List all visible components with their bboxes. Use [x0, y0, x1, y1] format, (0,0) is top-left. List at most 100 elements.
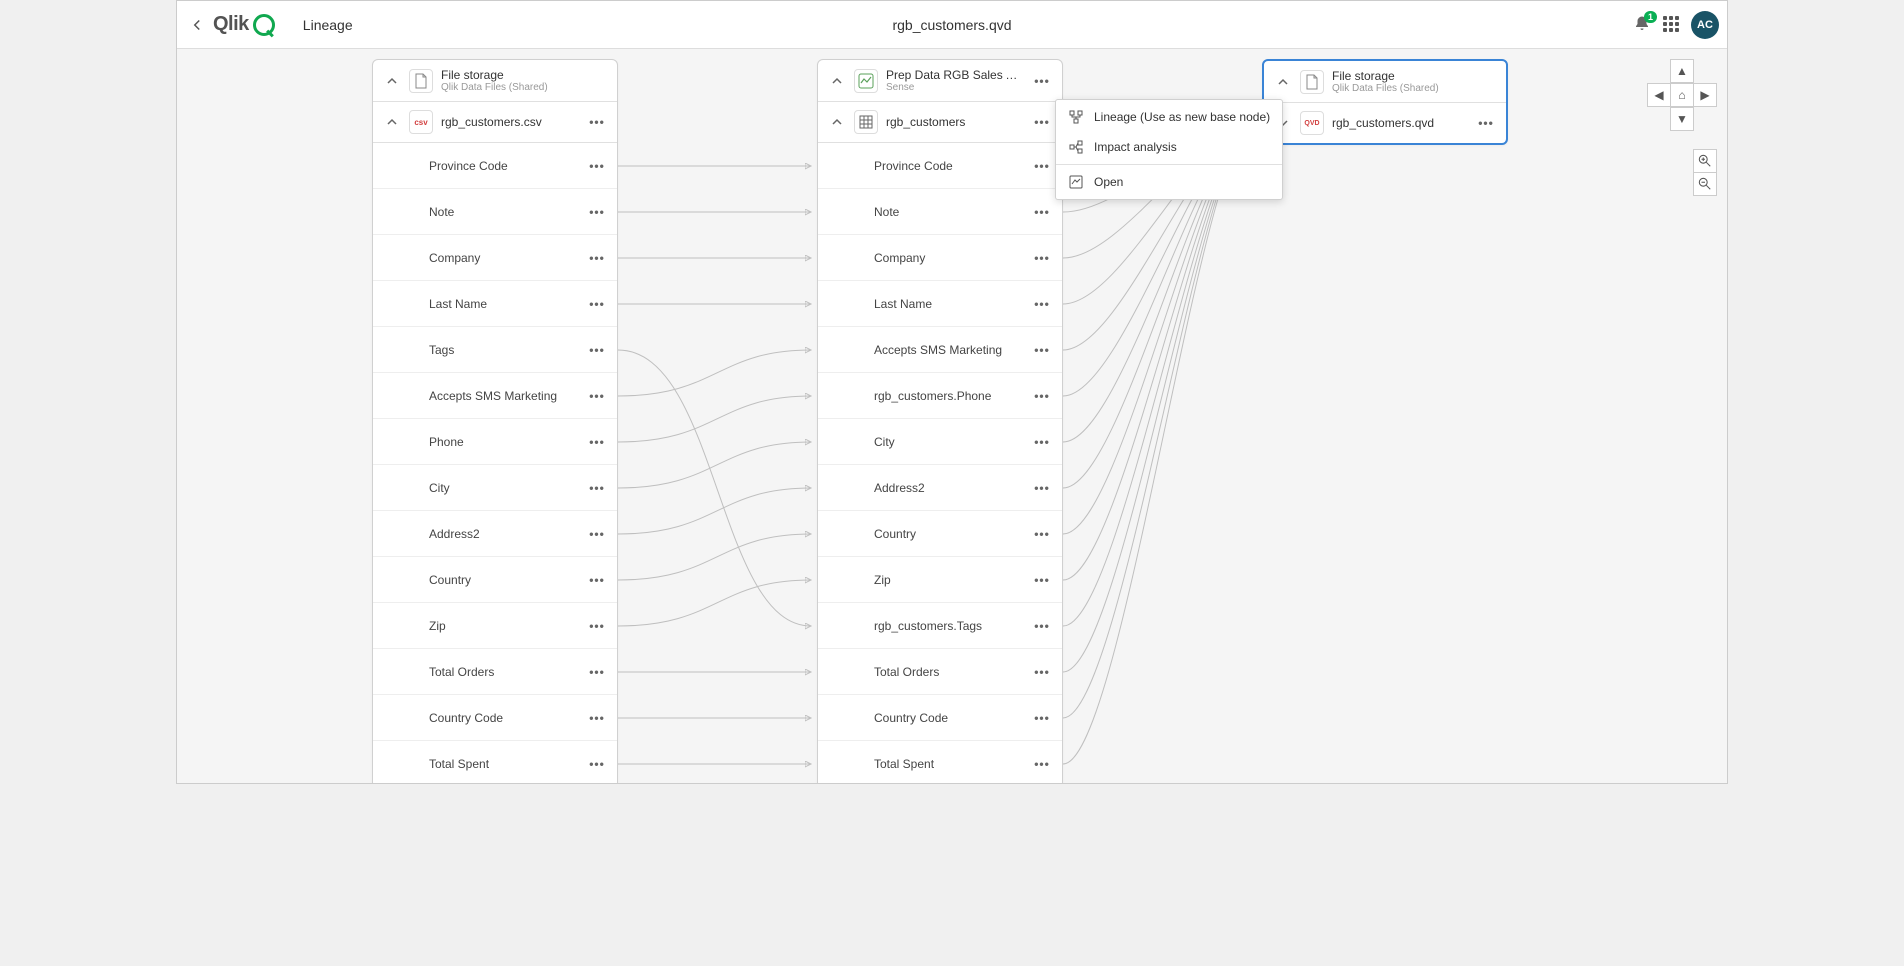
- more-button[interactable]: •••: [587, 294, 607, 314]
- card-title: File storage: [441, 68, 607, 82]
- field-name: Company: [874, 251, 1024, 265]
- menu-item-open[interactable]: Open: [1056, 167, 1282, 197]
- nav-home-button[interactable]: ⌂: [1670, 83, 1694, 107]
- field-row[interactable]: Zip •••: [373, 603, 617, 649]
- field-row[interactable]: Country Code •••: [373, 695, 617, 741]
- more-button[interactable]: •••: [1032, 570, 1052, 590]
- user-avatar[interactable]: AC: [1691, 11, 1719, 39]
- field-row[interactable]: Accepts SMS Marketing•••: [818, 327, 1062, 373]
- file-title: rgb_customers.qvd: [892, 17, 1011, 33]
- card-title: Prep Data RGB Sales A…: [886, 68, 1024, 82]
- field-row[interactable]: Last Name•••: [373, 281, 617, 327]
- more-button[interactable]: •••: [587, 616, 607, 636]
- menu-item-lineage[interactable]: Lineage (Use as new base node): [1056, 102, 1282, 132]
- field-row[interactable]: Province Code•••: [818, 143, 1062, 189]
- field-row[interactable]: Province Code•••: [373, 143, 617, 189]
- field-row[interactable]: Tags•••: [373, 327, 617, 373]
- field-row[interactable]: Total Spent•••: [818, 741, 1062, 783]
- field-name: Country: [874, 527, 1024, 541]
- table-row[interactable]: QVD rgb_customers.qvd •••: [1264, 103, 1506, 143]
- more-button[interactable]: •••: [587, 524, 607, 544]
- more-button[interactable]: •••: [1032, 386, 1052, 406]
- table-row[interactable]: csv rgb_customers.csv •••: [373, 102, 617, 143]
- field-row[interactable]: Zip•••: [818, 557, 1062, 603]
- more-button[interactable]: •••: [587, 340, 607, 360]
- more-button[interactable]: •••: [587, 112, 607, 132]
- field-row[interactable]: rgb_customers.Tags•••: [818, 603, 1062, 649]
- collapse-toggle[interactable]: [383, 72, 401, 90]
- nav-left-button[interactable]: ◀: [1647, 83, 1671, 107]
- lineage-canvas[interactable]: ▲ ◀ ⌂ ▶ ▼: [177, 49, 1727, 783]
- more-button[interactable]: •••: [1032, 294, 1052, 314]
- more-button[interactable]: •••: [587, 156, 607, 176]
- nav-right-button[interactable]: ▶: [1693, 83, 1717, 107]
- more-button[interactable]: •••: [587, 202, 607, 222]
- field-name: Total Orders: [874, 665, 1024, 679]
- apps-launcher-icon[interactable]: [1663, 16, 1681, 34]
- menu-item-impact[interactable]: Impact analysis: [1056, 132, 1282, 162]
- field-row[interactable]: City•••: [373, 465, 617, 511]
- collapse-toggle[interactable]: [1274, 73, 1292, 91]
- field-row[interactable]: Accepts SMS Marketing•••: [373, 373, 617, 419]
- field-row[interactable]: Note•••: [818, 189, 1062, 235]
- field-row[interactable]: Company•••: [373, 235, 617, 281]
- qlik-logo[interactable]: Qlik: [213, 13, 275, 36]
- back-button[interactable]: [185, 13, 209, 37]
- more-button[interactable]: •••: [587, 708, 607, 728]
- card-subtitle: Qlik Data Files (Shared): [441, 82, 607, 93]
- more-button[interactable]: •••: [587, 570, 607, 590]
- more-button[interactable]: •••: [1032, 156, 1052, 176]
- field-row[interactable]: rgb_customers.Phone•••: [818, 373, 1062, 419]
- more-button[interactable]: •••: [1032, 202, 1052, 222]
- more-button[interactable]: •••: [1032, 662, 1052, 682]
- more-button[interactable]: •••: [587, 432, 607, 452]
- more-button[interactable]: •••: [587, 386, 607, 406]
- zoom-out-button[interactable]: [1693, 172, 1717, 196]
- more-button[interactable]: •••: [587, 478, 607, 498]
- field-row[interactable]: Company •••: [818, 235, 1062, 281]
- more-button[interactable]: •••: [1476, 113, 1496, 133]
- collapse-toggle[interactable]: [828, 113, 846, 131]
- nav-down-button[interactable]: ▼: [1670, 107, 1694, 131]
- more-button[interactable]: •••: [1032, 248, 1052, 268]
- more-button[interactable]: •••: [1032, 432, 1052, 452]
- more-button[interactable]: •••: [587, 248, 607, 268]
- more-button[interactable]: •••: [1032, 524, 1052, 544]
- more-button[interactable]: •••: [1032, 478, 1052, 498]
- field-row[interactable]: Total Orders•••: [373, 649, 617, 695]
- more-button[interactable]: •••: [1032, 71, 1052, 91]
- more-button[interactable]: •••: [1032, 340, 1052, 360]
- field-row[interactable]: Phone•••: [373, 419, 617, 465]
- more-button[interactable]: •••: [1032, 708, 1052, 728]
- more-button[interactable]: •••: [587, 662, 607, 682]
- field-row[interactable]: Country •••: [818, 511, 1062, 557]
- table-name: rgb_customers.qvd: [1332, 116, 1468, 130]
- field-row[interactable]: Country Code•••: [818, 695, 1062, 741]
- more-button[interactable]: •••: [1032, 754, 1052, 774]
- table-icon: [854, 110, 878, 134]
- notifications-button[interactable]: 1: [1633, 15, 1653, 35]
- zoom-in-button[interactable]: [1693, 149, 1717, 173]
- field-row[interactable]: Address2•••: [818, 465, 1062, 511]
- field-row[interactable]: Note •••: [373, 189, 617, 235]
- notification-count: 1: [1644, 11, 1657, 23]
- collapse-toggle[interactable]: [383, 113, 401, 131]
- field-row[interactable]: Address2•••: [373, 511, 617, 557]
- field-row[interactable]: Country•••: [373, 557, 617, 603]
- more-button[interactable]: •••: [587, 754, 607, 774]
- field-name: Zip: [429, 619, 579, 633]
- impact-icon: [1068, 139, 1084, 155]
- more-button[interactable]: •••: [1032, 616, 1052, 636]
- field-name: Country Code: [429, 711, 579, 725]
- table-row[interactable]: rgb_customers •••: [818, 102, 1062, 143]
- nav-up-button[interactable]: ▲: [1670, 59, 1694, 83]
- field-row[interactable]: Total Spent•••: [373, 741, 617, 783]
- field-name: Note: [429, 205, 579, 219]
- field-row[interactable]: City•••: [818, 419, 1062, 465]
- lineage-icon: [1068, 109, 1084, 125]
- more-button[interactable]: •••: [1032, 112, 1052, 132]
- collapse-toggle[interactable]: [828, 72, 846, 90]
- field-row[interactable]: Total Orders •••: [818, 649, 1062, 695]
- menu-label: Impact analysis: [1094, 140, 1177, 154]
- field-row[interactable]: Last Name•••: [818, 281, 1062, 327]
